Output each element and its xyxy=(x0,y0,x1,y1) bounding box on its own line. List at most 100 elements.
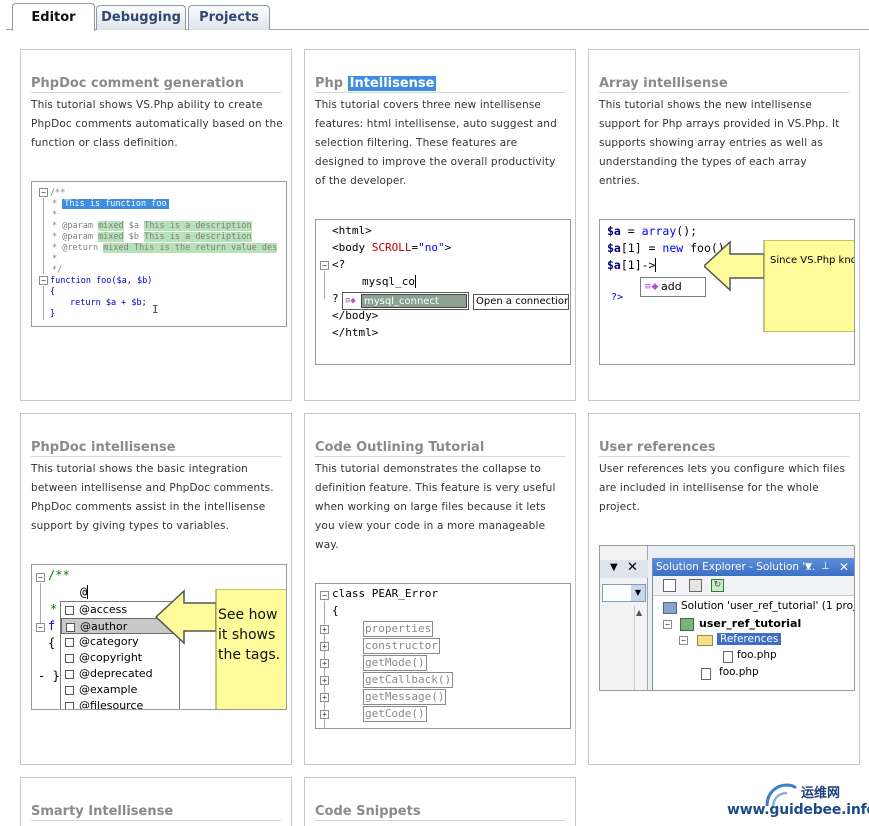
collapsed-region[interactable]: properties xyxy=(363,621,434,637)
card-php-intellisense[interactable]: Php Intellisense This tutorial covers th… xyxy=(304,49,576,401)
autocomplete-item-selected[interactable]: mysql_connect xyxy=(361,294,467,308)
code-var: $a xyxy=(607,258,621,272)
code-line: mysql_co xyxy=(362,275,416,288)
close-icon[interactable]: ✕ xyxy=(627,560,638,575)
doc-text: This is a description xyxy=(144,232,252,242)
card-description: This tutorial shows the new intellisense… xyxy=(599,99,840,187)
autocomplete-item[interactable]: add xyxy=(661,280,682,294)
tree-item-project[interactable]: user_ref_tutorial xyxy=(699,617,801,630)
tab-editor[interactable]: Editor xyxy=(12,3,95,31)
item-label: @copyright xyxy=(79,651,143,664)
code-token: = xyxy=(620,224,642,238)
properties-icon[interactable] xyxy=(663,579,676,592)
title-highlight: Intellisense xyxy=(347,76,437,91)
card-user-references[interactable]: User references User references lets you… xyxy=(588,413,860,765)
code-line: f xyxy=(48,619,56,633)
card-code-snippets[interactable]: Code Snippets xyxy=(304,777,576,826)
chevron-down-icon[interactable]: ▼ xyxy=(610,562,618,573)
card-title[interactable]: PhpDoc comment generation xyxy=(31,76,281,93)
card-title[interactable]: PhpDoc intellisense xyxy=(31,440,281,457)
doc-token: * @return xyxy=(52,243,104,253)
collapsed-region[interactable]: getCallback() xyxy=(363,672,454,688)
card-description: This tutorial shows the basic integratio… xyxy=(31,463,274,532)
fold-line xyxy=(40,583,41,623)
item-label: @access xyxy=(79,603,128,616)
card-title[interactable]: Code Outlining Tutorial xyxy=(315,440,565,457)
expand-icon[interactable]: + xyxy=(320,625,329,634)
show-files-icon[interactable] xyxy=(689,579,702,592)
screenshot-phpdoc-generation: − − /** * This is function foo * * @para… xyxy=(31,181,287,327)
tutorial-browser: Editor Debugging Projects PhpDoc comment… xyxy=(0,0,869,826)
tree-item-references[interactable]: References xyxy=(717,633,782,645)
doc-type: mixed xyxy=(98,221,124,231)
expand-icon[interactable]: + xyxy=(320,710,329,719)
watermark: 运维网 www.guidebee.info xyxy=(725,780,869,824)
code-line: ?> xyxy=(611,292,624,303)
expand-icon[interactable]: + xyxy=(320,676,329,685)
expand-icon[interactable]: + xyxy=(320,642,329,651)
doc-text: This is the return value des xyxy=(128,243,278,253)
tree-item-file[interactable]: foo.php xyxy=(737,649,777,661)
card-title[interactable]: Code Snippets xyxy=(315,804,565,821)
tab-projects[interactable]: Projects xyxy=(188,5,270,30)
tree-item-file[interactable]: foo.php xyxy=(719,666,759,678)
code-token: [1] = xyxy=(620,241,663,255)
collapsed-region[interactable]: getMessage() xyxy=(363,689,447,705)
collapsed-region[interactable]: getMode() xyxy=(363,655,427,671)
panel-title-bar[interactable]: Solution Explorer - Solution '... ▼ ⊥ ✕ xyxy=(653,558,854,576)
card-title[interactable]: User references xyxy=(599,440,849,457)
code-string: "no" xyxy=(418,241,445,254)
tab-debugging[interactable]: Debugging xyxy=(96,5,186,30)
item-label: @filesource xyxy=(79,699,144,710)
php-file-icon xyxy=(723,651,733,663)
screenshot-solution-explorer: ▼ ✕ ▼ ▲ Solution Explorer - Solution '..… xyxy=(599,545,855,691)
chevron-down-icon[interactable]: ▼ xyxy=(631,585,645,601)
fold-line xyxy=(43,286,44,320)
collapsed-region[interactable]: getCode() xyxy=(363,706,427,722)
refresh-icon[interactable]: ↻ xyxy=(711,579,724,592)
card-phpdoc-generation[interactable]: PhpDoc comment generation This tutorial … xyxy=(20,49,292,401)
close-icon[interactable]: ✕ xyxy=(839,558,849,576)
card-smarty-intellisense[interactable]: Smarty Intellisense xyxy=(20,777,292,826)
panel-header: ▼ ✕ xyxy=(600,560,648,578)
card-phpdoc-intellisense[interactable]: PhpDoc intellisense This tutorial shows … xyxy=(20,413,292,765)
card-array-intellisense[interactable]: Array intellisense This tutorial shows t… xyxy=(588,49,860,401)
code-line: * This is function foo xyxy=(52,199,169,209)
chevron-down-icon[interactable]: ▼ xyxy=(805,558,812,576)
typed-text: mysql_co xyxy=(362,275,415,288)
pin-icon[interactable]: ⊥ xyxy=(821,558,830,576)
watermark-url: www.guidebee.info xyxy=(727,802,869,818)
collapse-icon: − xyxy=(39,276,48,285)
scroll-up-icon[interactable]: ▲ xyxy=(636,608,642,617)
autocomplete-popup: ≡◆ mysql_connect xyxy=(342,292,469,310)
method-icon: ≡◆ xyxy=(345,296,356,306)
screenshot-phpdoc-intellisense: − /** @ * − f { - } @access @author @cat… xyxy=(31,564,287,710)
code-line: { xyxy=(50,287,56,297)
card-description: User references lets you configure which… xyxy=(599,463,846,513)
tree-item-solution[interactable]: Solution 'user_ref_tutorial' (1 project) xyxy=(681,600,854,612)
code-keyword: array xyxy=(641,224,677,238)
card-title[interactable]: Php Intellisense xyxy=(315,76,565,93)
collapse-icon: − xyxy=(36,573,45,582)
scrollbar[interactable]: ▲ xyxy=(634,606,646,690)
folder-icon xyxy=(697,635,713,646)
project-icon xyxy=(680,618,694,631)
code-line: $a = array(); xyxy=(607,224,697,238)
collapse-icon[interactable]: − xyxy=(663,620,672,629)
card-code-outlining[interactable]: Code Outlining Tutorial This tutorial de… xyxy=(304,413,576,765)
collapsed-region[interactable]: constructor xyxy=(363,638,440,654)
item-label: @example xyxy=(79,683,138,696)
collapse-icon[interactable]: − xyxy=(679,636,688,645)
card-description: This tutorial covers three new intellise… xyxy=(315,99,557,187)
code-line: */ xyxy=(52,265,63,275)
card-title[interactable]: Array intellisense xyxy=(599,76,849,93)
item-label: @author xyxy=(80,620,128,633)
collapse-icon: − xyxy=(320,261,329,270)
expand-icon[interactable]: + xyxy=(320,693,329,702)
screenshot-php-intellisense: <html> <body SCROLL="no"> − <? mysql_co … xyxy=(315,219,571,365)
method-icon: ≡◆ xyxy=(644,282,659,292)
dropdown[interactable]: ▼ xyxy=(602,584,646,602)
card-title[interactable]: Smarty Intellisense xyxy=(31,804,281,821)
panel-title: Solution Explorer - Solution '... xyxy=(656,561,816,573)
expand-icon[interactable]: + xyxy=(320,659,329,668)
